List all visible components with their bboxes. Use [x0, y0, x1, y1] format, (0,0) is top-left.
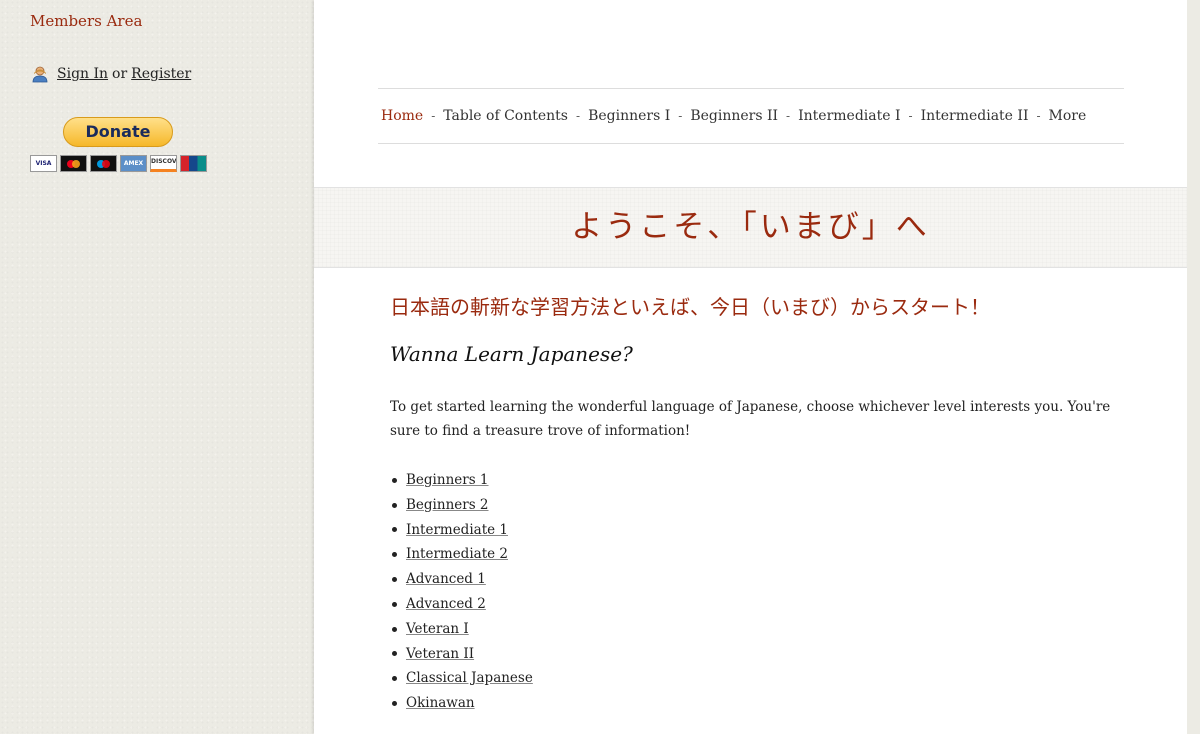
level-list: Beginners 1 Beginners 2 Intermediate 1 I… [390, 468, 533, 716]
sidebar: Members Area Sign In or Register Donate … [0, 0, 314, 734]
nav-intermediate-2[interactable]: Intermediate II [921, 108, 1029, 124]
sign-in-link[interactable]: Sign In [57, 66, 108, 82]
nav-intermediate-1[interactable]: Intermediate I [798, 108, 900, 124]
level-link-veteran-1[interactable]: Veteran I [406, 617, 469, 642]
visa-card-icon: VISA [30, 155, 57, 172]
intro-paragraph: To get started learning the wonderful la… [390, 399, 1111, 439]
nav-separator: - [908, 109, 913, 123]
level-link-classical-japanese[interactable]: Classical Japanese [406, 666, 533, 691]
list-item: Classical Japanese [390, 666, 533, 691]
level-link-okinawan[interactable]: Okinawan [406, 691, 475, 716]
bullet-icon [392, 601, 397, 607]
nav-home[interactable]: Home [381, 108, 423, 124]
maestro-icon [90, 155, 117, 172]
level-link-beginners-2[interactable]: Beginners 2 [406, 493, 489, 518]
bullet-icon [392, 626, 397, 632]
nav-separator: - [1036, 109, 1041, 123]
user-icon [31, 65, 49, 83]
bullet-icon [392, 527, 397, 533]
list-item: Advanced 2 [390, 592, 533, 617]
members-area-title: Members Area [30, 12, 143, 30]
nav-separator: - [786, 109, 791, 123]
bullet-icon [392, 477, 397, 483]
bullet-icon [392, 676, 397, 682]
nav-beginners-2[interactable]: Beginners II [690, 108, 778, 124]
list-item: Intermediate 2 [390, 542, 533, 567]
bullet-icon [392, 577, 397, 583]
level-link-advanced-1[interactable]: Advanced 1 [406, 567, 486, 592]
list-item: Beginners 2 [390, 493, 533, 518]
donate-button[interactable]: Donate [63, 117, 173, 147]
bullet-icon [392, 552, 397, 558]
amex-card-icon: AMEX [120, 155, 147, 172]
level-link-advanced-2[interactable]: Advanced 2 [406, 592, 486, 617]
right-background-strip [1187, 0, 1200, 734]
list-item: Veteran I [390, 617, 533, 642]
main-content: Home - Table of Contents - Beginners I -… [314, 0, 1187, 734]
payment-cards: VISA AMEX DISCOVER [30, 155, 207, 172]
signin-row: Sign In or Register [31, 65, 191, 83]
nav-table-of-contents[interactable]: Table of Contents [443, 108, 568, 124]
nav-separator: - [678, 109, 683, 123]
list-item: Advanced 1 [390, 567, 533, 592]
page-heading: Wanna Learn Japanese? [390, 342, 633, 366]
level-link-veteran-2[interactable]: Veteran II [406, 642, 474, 667]
nav-separator: - [431, 109, 436, 123]
bullet-icon [392, 651, 397, 657]
list-item: Intermediate 1 [390, 518, 533, 543]
list-item: Veteran II [390, 642, 533, 667]
level-link-beginners-1[interactable]: Beginners 1 [406, 468, 489, 493]
list-item: Beginners 1 [390, 468, 533, 493]
register-link[interactable]: Register [131, 66, 191, 82]
japanese-subtitle: 日本語の斬新な学習方法といえば、今日（いまび）からスタート！ [390, 295, 990, 319]
bullet-icon [392, 502, 397, 508]
or-text: or [112, 66, 128, 82]
welcome-banner: ようこそ、「いまび」へ [314, 187, 1187, 268]
list-item: Okinawan [390, 691, 533, 716]
nav-separator: - [576, 109, 581, 123]
banner-title: ようこそ、「いまび」へ [571, 209, 930, 245]
bullet-icon [392, 701, 397, 707]
level-link-intermediate-1[interactable]: Intermediate 1 [406, 518, 508, 543]
top-navigation: Home - Table of Contents - Beginners I -… [378, 88, 1124, 144]
nav-more[interactable]: More [1049, 108, 1087, 124]
level-link-intermediate-2[interactable]: Intermediate 2 [406, 542, 508, 567]
nav-beginners-1[interactable]: Beginners I [588, 108, 670, 124]
mastercard-icon [60, 155, 87, 172]
unionpay-card-icon [180, 155, 207, 172]
discover-card-icon: DISCOVER [150, 155, 177, 172]
